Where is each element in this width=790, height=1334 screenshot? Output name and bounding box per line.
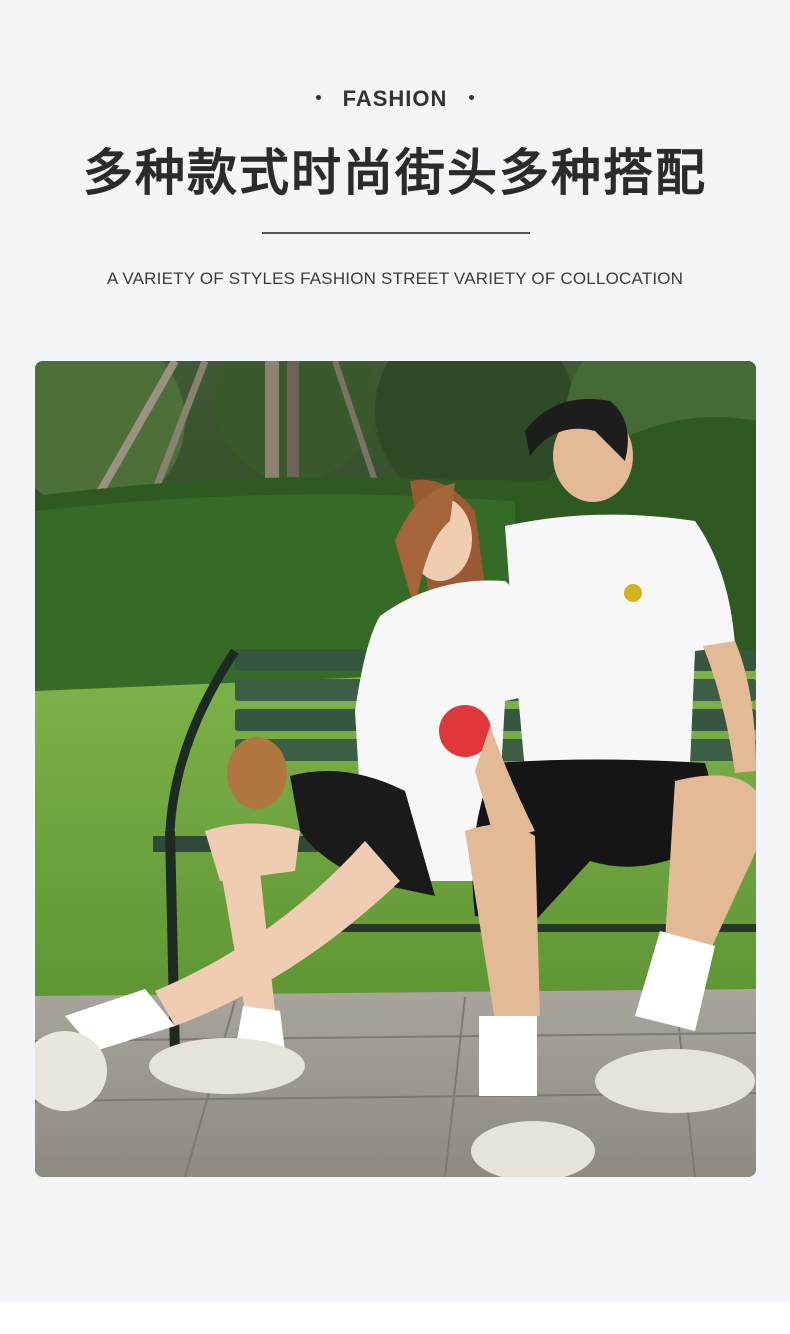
man-sneaker bbox=[595, 1049, 755, 1113]
section-subheadline: A VARIETY OF STYLES FASHION STREET VARIE… bbox=[106, 269, 684, 288]
woman-sneaker bbox=[149, 1038, 305, 1094]
shirt-logo bbox=[624, 584, 642, 602]
divider-line bbox=[262, 232, 530, 234]
backpack bbox=[227, 737, 287, 809]
photo-illustration bbox=[35, 361, 756, 1177]
eyebrow-text: FASHION bbox=[342, 86, 448, 111]
tree-trunk bbox=[265, 361, 279, 486]
product-photo bbox=[35, 361, 756, 1177]
product-detail-page: FASHION 多种款式时尚街头多种搭配 A VARIETY OF STYLES… bbox=[0, 0, 790, 1334]
man-sock bbox=[479, 1016, 537, 1096]
section-eyebrow: FASHION bbox=[0, 86, 790, 112]
tree-trunk bbox=[287, 361, 299, 486]
bullet-dot-left bbox=[315, 94, 321, 100]
footer-band bbox=[0, 1302, 790, 1334]
section-headline: 多种款式时尚街头多种搭配 bbox=[83, 144, 707, 202]
bullet-dot-right bbox=[469, 94, 475, 100]
